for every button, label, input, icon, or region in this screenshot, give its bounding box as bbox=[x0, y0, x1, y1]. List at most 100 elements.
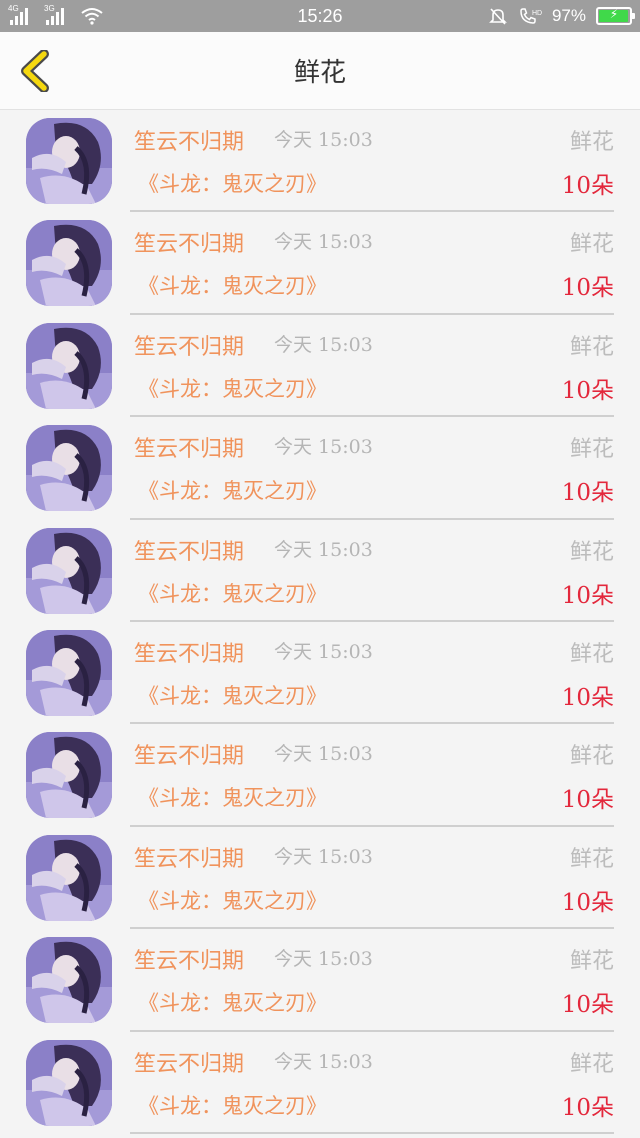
svg-text:HD: HD bbox=[532, 10, 542, 17]
book-title: 《斗龙：鬼灭之刃》 bbox=[138, 581, 327, 606]
send-time: 今天 15:03 bbox=[274, 1050, 373, 1073]
book-title: 《斗龙：鬼灭之刃》 bbox=[138, 991, 327, 1016]
gift-type: 鲜花 bbox=[569, 539, 614, 565]
list-item-body: 笙云不归期 今天 15:03 鲜花 《斗龙：鬼灭之刃》 10朵 bbox=[130, 212, 614, 315]
sender-name: 笙云不归期 bbox=[134, 846, 245, 872]
book-title: 《斗龙：鬼灭之刃》 bbox=[138, 888, 327, 913]
sender-name: 笙云不归期 bbox=[134, 334, 245, 360]
gift-type: 鲜花 bbox=[569, 744, 614, 770]
list-item-body: 笙云不归期 今天 15:03 鲜花 《斗龙：鬼灭之刃》 10朵 bbox=[130, 724, 614, 827]
avatar-image bbox=[26, 527, 112, 614]
list-item[interactable]: 笙云不归期 今天 15:03 鲜花 《斗龙：鬼灭之刃》 10朵 bbox=[0, 1032, 640, 1134]
gift-type: 鲜花 bbox=[569, 334, 614, 360]
list-item[interactable]: 笙云不归期 今天 15:03 鲜花 《斗龙：鬼灭之刃》 10朵 bbox=[0, 724, 640, 827]
gift-count: 10朵 bbox=[561, 992, 614, 1019]
battery-icon: ⚡ bbox=[596, 7, 635, 25]
sender-name: 笙云不归期 bbox=[134, 130, 245, 155]
send-time: 今天 15:03 bbox=[274, 333, 373, 356]
gift-count: 10朵 bbox=[561, 1094, 614, 1121]
status-right: HD 97% ⚡ bbox=[488, 5, 635, 27]
list-item[interactable]: 笙云不归期 今天 15:03 鲜花 《斗龙：鬼灭之刃》 10朵 bbox=[0, 315, 640, 418]
list-item[interactable]: 笙云不归期 今天 15:03 鲜花 《斗龙：鬼灭之刃》 10朵 bbox=[0, 622, 640, 725]
list-item-body: 笙云不归期 今天 15:03 鲜花 《斗龙：鬼灭之刃》 10朵 bbox=[130, 929, 614, 1032]
list-item[interactable]: 笙云不归期 今天 15:03 鲜花 《斗龙：鬼灭之刃》 10朵 bbox=[0, 417, 640, 520]
flower-record-list: 笙云不归期 今天 15:03 鲜花 《斗龙：鬼灭之刃》 10朵 笙云不归期 今天… bbox=[0, 110, 640, 1134]
avatar[interactable] bbox=[26, 527, 112, 614]
sender-name: 笙云不归期 bbox=[134, 232, 245, 258]
list-item[interactable]: 笙云不归期 今天 15:03 鲜花 《斗龙：鬼灭之刃》 10朵 bbox=[0, 212, 640, 315]
avatar[interactable] bbox=[26, 1039, 112, 1126]
list-item-body: 笙云不归期 今天 15:03 鲜花 《斗龙：鬼灭之刃》 10朵 bbox=[130, 417, 614, 520]
gift-count: 10朵 bbox=[561, 377, 614, 404]
gift-type: 鲜花 bbox=[569, 641, 614, 667]
sender-name: 笙云不归期 bbox=[134, 744, 245, 770]
list-item[interactable]: 笙云不归期 今天 15:03 鲜花 《斗龙：鬼灭之刃》 10朵 bbox=[0, 827, 640, 930]
header-bar: 鲜花 bbox=[0, 32, 640, 110]
book-title: 《斗龙：鬼灭之刃》 bbox=[138, 274, 327, 299]
gift-count: 10朵 bbox=[561, 173, 614, 199]
sender-name: 笙云不归期 bbox=[134, 1051, 245, 1077]
avatar[interactable] bbox=[26, 118, 112, 204]
gift-type: 鲜花 bbox=[569, 1051, 614, 1077]
page-title: 鲜花 bbox=[293, 58, 346, 88]
avatar[interactable] bbox=[26, 629, 112, 716]
list-item-body: 笙云不归期 今天 15:03 鲜花 《斗龙：鬼灭之刃》 10朵 bbox=[130, 110, 614, 213]
book-title: 《斗龙：鬼灭之刃》 bbox=[138, 172, 327, 196]
avatar-image bbox=[26, 1039, 112, 1126]
battery-percent: 97% bbox=[551, 6, 586, 25]
gift-count: 10朵 bbox=[561, 787, 614, 814]
gift-count: 10朵 bbox=[561, 889, 614, 916]
avatar[interactable] bbox=[26, 834, 112, 921]
status-bar: 4G 3G 15:26 HD 97% ⚡ bbox=[0, 0, 640, 32]
gift-count: 10朵 bbox=[561, 480, 614, 507]
send-time: 今天 15:03 bbox=[274, 129, 373, 151]
list-item[interactable]: 笙云不归期 今天 15:03 鲜花 《斗龙：鬼灭之刃》 10朵 bbox=[0, 929, 640, 1032]
avatar-image bbox=[26, 118, 112, 204]
avatar-image bbox=[26, 322, 112, 409]
send-time: 今天 15:03 bbox=[274, 640, 373, 663]
avatar-image bbox=[26, 629, 112, 716]
sender-name: 笙云不归期 bbox=[134, 437, 245, 463]
send-time: 今天 15:03 bbox=[274, 845, 373, 868]
avatar-image bbox=[26, 937, 112, 1024]
gift-count: 10朵 bbox=[561, 275, 614, 302]
list-item[interactable]: 笙云不归期 今天 15:03 鲜花 《斗龙：鬼灭之刃》 10朵 bbox=[0, 110, 640, 213]
gift-type: 鲜花 bbox=[569, 846, 614, 872]
book-title: 《斗龙：鬼灭之刃》 bbox=[138, 786, 327, 811]
book-title: 《斗龙：鬼灭之刃》 bbox=[138, 479, 327, 504]
gift-type: 鲜花 bbox=[569, 232, 614, 258]
list-item-body: 笙云不归期 今天 15:03 鲜花 《斗龙：鬼灭之刃》 10朵 bbox=[130, 622, 614, 725]
charging-bolt-icon: ⚡ bbox=[609, 7, 619, 21]
avatar-image bbox=[26, 220, 112, 307]
book-title: 《斗龙：鬼灭之刃》 bbox=[138, 1093, 327, 1118]
list-item-body: 笙云不归期 今天 15:03 鲜花 《斗龙：鬼灭之刃》 10朵 bbox=[130, 315, 614, 418]
send-time: 今天 15:03 bbox=[274, 743, 373, 766]
avatar[interactable] bbox=[26, 322, 112, 409]
sender-name: 笙云不归期 bbox=[134, 949, 245, 975]
gift-type: 鲜花 bbox=[569, 437, 614, 463]
gift-count: 10朵 bbox=[561, 684, 614, 711]
avatar-image bbox=[26, 732, 112, 819]
avatar[interactable] bbox=[26, 425, 112, 512]
avatar-image bbox=[26, 425, 112, 512]
mute-bell-icon bbox=[489, 8, 507, 25]
list-item-body: 笙云不归期 今天 15:03 鲜花 《斗龙：鬼灭之刃》 10朵 bbox=[130, 520, 614, 622]
send-time: 今天 15:03 bbox=[274, 231, 373, 254]
send-time: 今天 15:03 bbox=[274, 436, 373, 459]
hd-call-icon: HD bbox=[520, 8, 542, 24]
avatar[interactable] bbox=[26, 937, 112, 1024]
gift-count: 10朵 bbox=[561, 582, 614, 609]
sender-name: 笙云不归期 bbox=[134, 539, 245, 565]
book-title: 《斗龙：鬼灭之刃》 bbox=[138, 683, 327, 708]
avatar[interactable] bbox=[26, 732, 112, 819]
gift-type: 鲜花 bbox=[569, 130, 614, 155]
book-title: 《斗龙：鬼灭之刃》 bbox=[138, 376, 327, 401]
avatar[interactable] bbox=[26, 220, 112, 307]
send-time: 今天 15:03 bbox=[274, 538, 373, 561]
gift-type: 鲜花 bbox=[569, 949, 614, 975]
send-time: 今天 15:03 bbox=[274, 948, 373, 971]
list-item-body: 笙云不归期 今天 15:03 鲜花 《斗龙：鬼灭之刃》 10朵 bbox=[130, 827, 614, 930]
list-item[interactable]: 笙云不归期 今天 15:03 鲜花 《斗龙：鬼灭之刃》 10朵 bbox=[0, 520, 640, 622]
list-item-body: 笙云不归期 今天 15:03 鲜花 《斗龙：鬼灭之刃》 10朵 bbox=[130, 1032, 614, 1134]
sender-name: 笙云不归期 bbox=[134, 641, 245, 667]
